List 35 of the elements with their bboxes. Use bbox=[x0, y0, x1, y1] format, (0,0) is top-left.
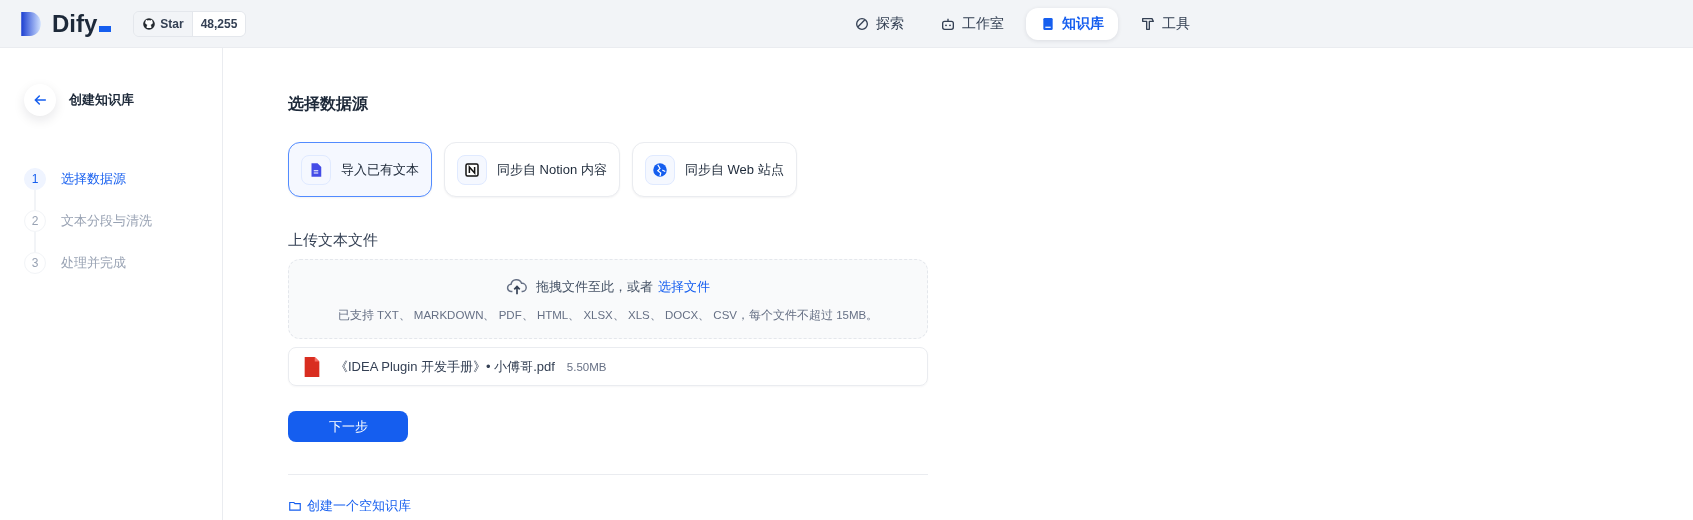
page-title: 创建知识库 bbox=[69, 91, 134, 109]
step-label: 文本分段与清洗 bbox=[61, 212, 152, 230]
step-number: 3 bbox=[24, 252, 46, 274]
notion-icon bbox=[463, 160, 481, 179]
data-source-option[interactable]: 同步自 Web 站点 bbox=[631, 142, 797, 197]
next-button[interactable]: 下一步 bbox=[288, 411, 408, 442]
nav-tab[interactable]: 探索 bbox=[840, 7, 919, 40]
create-empty-link[interactable]: 创建一个空知识库 bbox=[288, 497, 411, 515]
globe-icon bbox=[650, 160, 669, 179]
upload-dropzone[interactable]: 拖拽文件至此，或者 选择文件 已支持 TXT、 MARKDOWN、 PDF、 HTML、 XLSX、 XLS、 DOCX、 CSV，每个文件不超过 15MB。 bbox=[288, 259, 928, 339]
section-heading: 选择数据源 bbox=[288, 94, 369, 114]
underscore-icon bbox=[99, 25, 112, 32]
brand-name: Dify bbox=[52, 9, 98, 38]
step-number: 1 bbox=[24, 168, 46, 190]
nav-tab[interactable]: 工具 bbox=[1126, 7, 1205, 40]
back-arrow-icon bbox=[32, 92, 48, 108]
supported-formats-text: 已支持 TXT、 MARKDOWN、 PDF、 HTML、 XLSX、 XLS、 DOCX、 CSV，每个文件不超过 15MB。 bbox=[337, 307, 879, 323]
drop-prompt: 拖拽文件至此，或者 bbox=[536, 277, 653, 296]
back-button[interactable] bbox=[24, 84, 56, 116]
data-source-option[interactable]: 导入已有文本 bbox=[288, 142, 432, 197]
nav-tab[interactable]: 知识库 bbox=[1026, 7, 1119, 40]
choose-file-link[interactable]: 选择文件 bbox=[658, 277, 710, 296]
step-label: 选择数据源 bbox=[61, 170, 126, 188]
step-number: 2 bbox=[24, 210, 46, 232]
data-source-option[interactable]: 同步自 Notion 内容 bbox=[444, 142, 620, 197]
upload-heading: 上传文本文件 bbox=[288, 231, 379, 250]
star-count: 48,255 bbox=[191, 11, 246, 36]
file-size: 5.50MB bbox=[566, 360, 607, 373]
logo-icon bbox=[18, 9, 44, 38]
github-star-widget[interactable]: Star 48,255 bbox=[133, 10, 247, 37]
file-name: 《IDEA Plugin 开发手册》• 小傅哥.pdf bbox=[335, 357, 555, 376]
step-label: 处理并完成 bbox=[61, 254, 126, 272]
folder-icon bbox=[288, 499, 302, 513]
github-icon bbox=[142, 16, 157, 31]
nav-tab[interactable]: 工作室 bbox=[926, 7, 1019, 40]
